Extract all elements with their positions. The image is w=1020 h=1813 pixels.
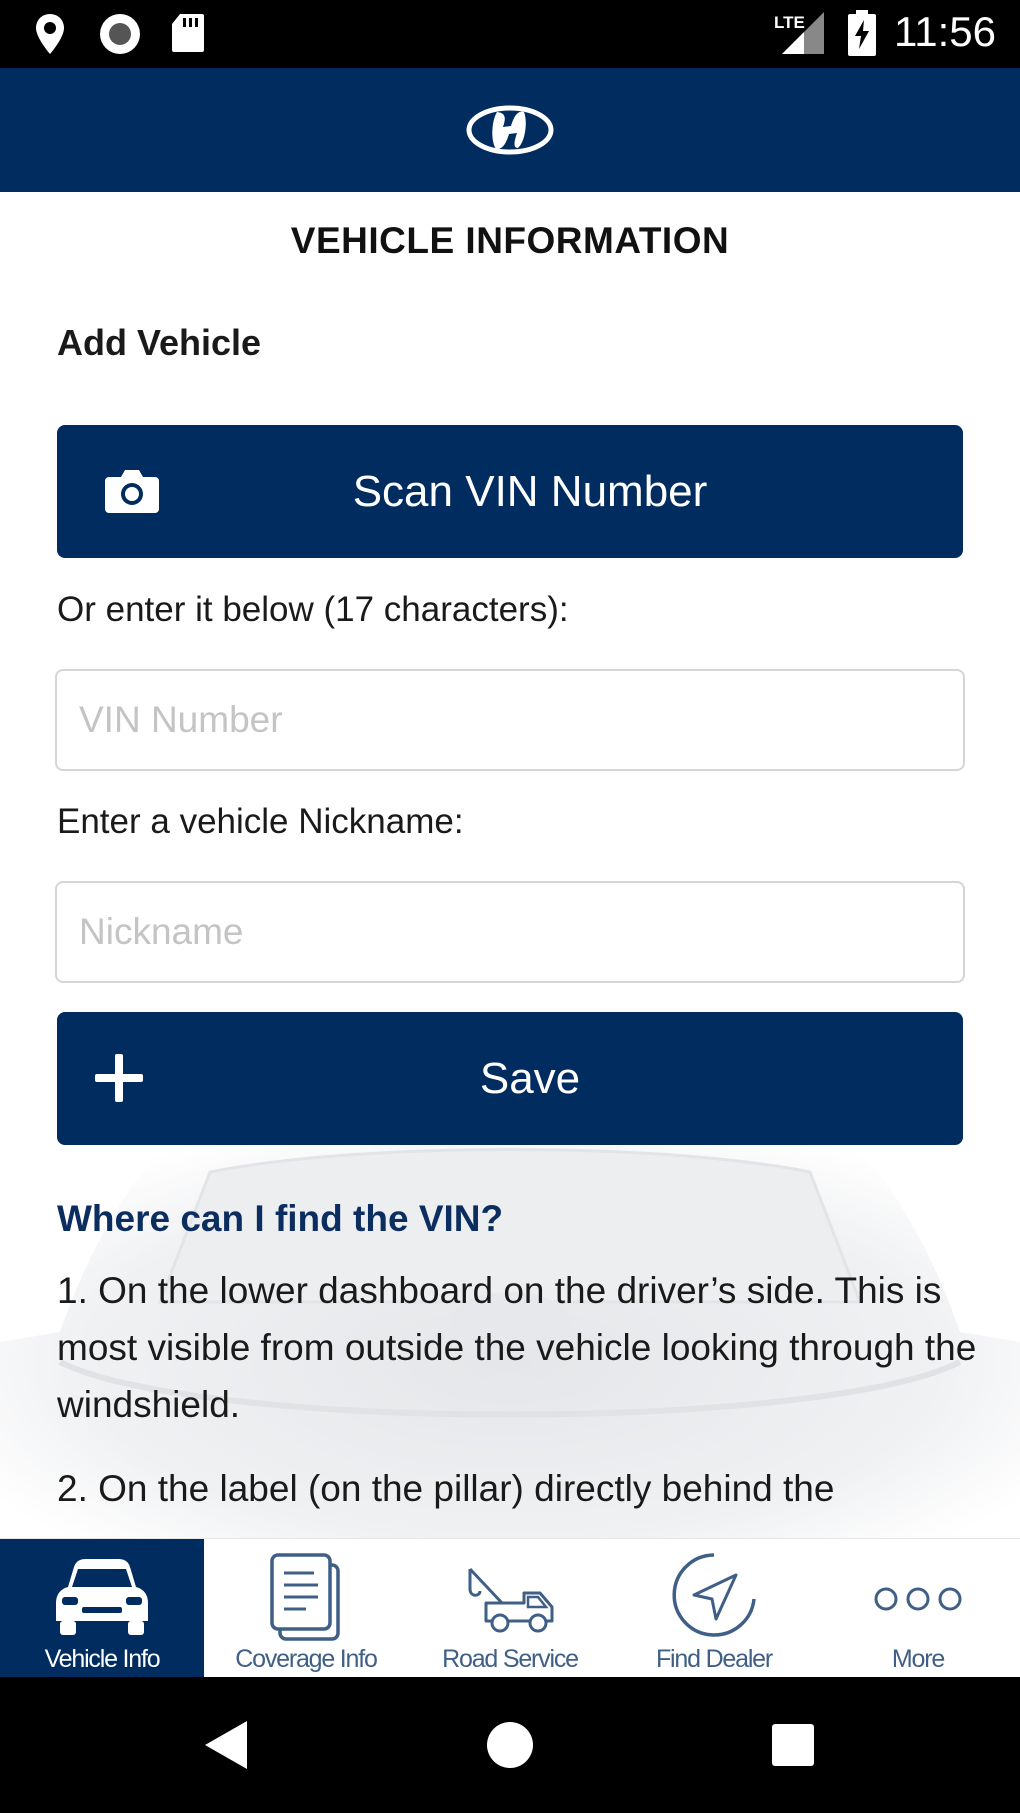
nav-item-vehicle-info[interactable]: Vehicle Info [0, 1539, 204, 1678]
main-content[interactable]: VEHICLE INFORMATION Add Vehicle Scan VIN… [0, 192, 1020, 1538]
location-icon [34, 12, 66, 61]
sd-card-icon [170, 12, 206, 59]
hyundai-logo [466, 105, 554, 155]
home-icon[interactable] [486, 1721, 534, 1769]
status-time: 11:56 [894, 8, 996, 55]
back-icon[interactable] [203, 1719, 249, 1771]
system-nav-bar [0, 1677, 1020, 1813]
nav-item-coverage-info[interactable]: Coverage Info [204, 1539, 408, 1678]
bottom-nav: Vehicle Info Coverage Info Road Service … [0, 1538, 1020, 1678]
save-label: Save [479, 1054, 581, 1103]
nav-item-find-dealer[interactable]: Find Dealer [612, 1539, 816, 1678]
nav-label: Coverage Info [235, 1645, 378, 1673]
save-button[interactable]: Save [57, 1012, 963, 1145]
vin-help-step: 2. On the label (on the pillar) directly… [57, 1468, 835, 1509]
section-title: Add Vehicle [57, 322, 262, 363]
car-icon [56, 1559, 148, 1635]
nav-label: Road Service [442, 1645, 579, 1673]
nickname-instruction: Enter a vehicle Nickname: [57, 802, 464, 841]
recent-apps-icon[interactable] [771, 1723, 815, 1767]
nav-label: Find Dealer [655, 1645, 773, 1673]
more-dots-icon [874, 1587, 962, 1611]
tow-truck-icon [468, 1567, 554, 1633]
nav-label: More [891, 1645, 945, 1673]
scan-vin-label: Scan VIN Number [352, 467, 708, 516]
nav-item-road-service[interactable]: Road Service [408, 1539, 612, 1678]
scan-vin-button[interactable]: Scan VIN Number [57, 425, 963, 558]
lte-signal-icon: LTE [774, 10, 826, 61]
page-title: VEHICLE INFORMATION [290, 220, 730, 261]
vin-help-title: Where can I find the VIN? [57, 1198, 504, 1239]
svg-text:LTE: LTE [774, 13, 805, 32]
nav-item-more[interactable]: More [816, 1539, 1020, 1678]
navigation-arrow-icon [672, 1553, 756, 1637]
battery-charging-icon [848, 10, 876, 61]
nickname-input[interactable] [55, 881, 965, 983]
app-header [0, 68, 1020, 192]
record-icon [98, 12, 142, 61]
document-icon [270, 1553, 340, 1641]
vin-input[interactable] [55, 669, 965, 771]
vin-instruction: Or enter it below (17 characters): [57, 590, 569, 629]
nav-label: Vehicle Info [44, 1645, 161, 1673]
status-bar: LTE 11:56 [0, 0, 1020, 68]
vin-help-step: 1. On the lower dashboard on the driver’… [57, 1270, 977, 1425]
